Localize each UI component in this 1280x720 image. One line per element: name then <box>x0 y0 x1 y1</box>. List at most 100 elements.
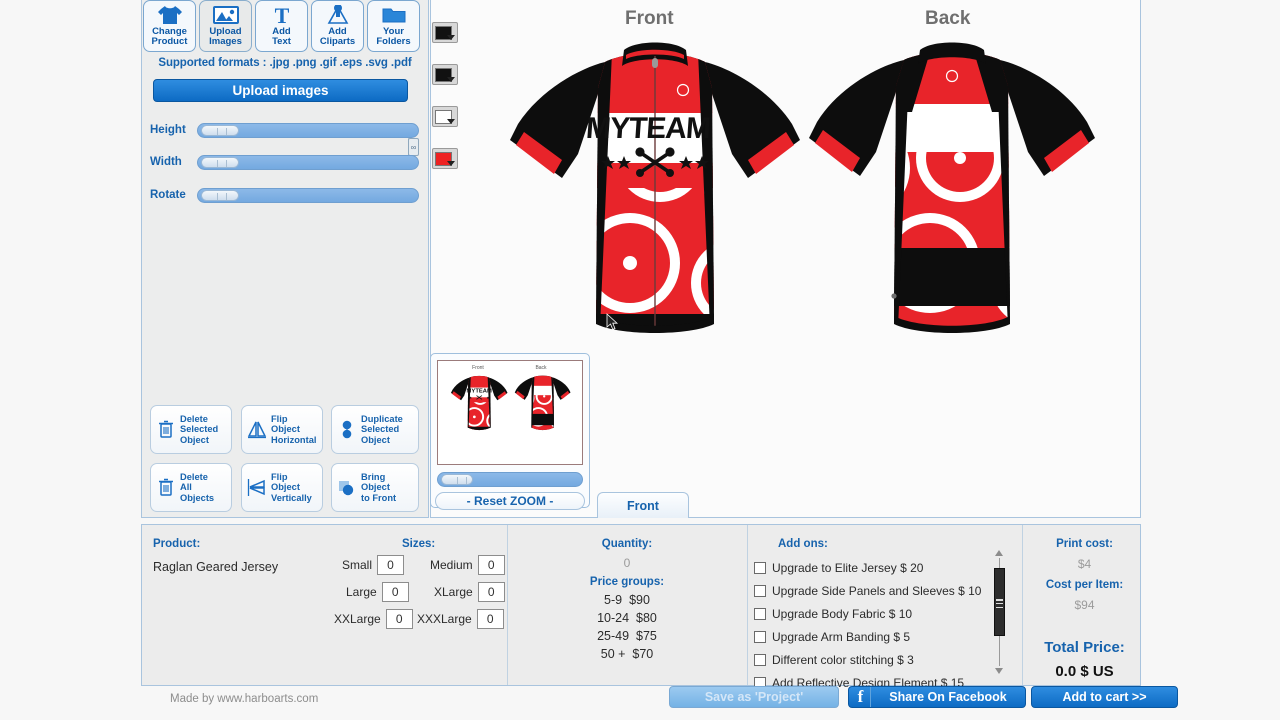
chevron-down-icon <box>447 161 455 166</box>
price-group-3-price: $70 <box>632 647 654 661</box>
addon-row[interactable]: Upgrade Body Fabric $ 10 <box>754 602 981 625</box>
height-slider-track[interactable] <box>197 123 419 138</box>
rotate-slider-thumb[interactable] <box>201 190 239 201</box>
addons-scrollbar[interactable] <box>993 550 1006 674</box>
order-info-panel: Product: Raglan Geared Jersey Sizes: Sma… <box>141 524 1141 690</box>
upload-images-button[interactable]: Upload images <box>153 79 408 102</box>
svg-text:T: T <box>274 5 289 25</box>
save-as-project-button[interactable]: Save as 'Project' <box>669 686 839 708</box>
price-group-1-range: 10-24 <box>597 611 630 625</box>
price-group-2-range: 25-49 <box>597 629 630 643</box>
color-swatch-4[interactable] <box>432 148 458 169</box>
cost-per-item-label: Cost per Item: <box>1045 579 1124 591</box>
addon-row[interactable]: Upgrade to Elite Jersey $ 20 <box>754 556 981 579</box>
delete-selected-object-button[interactable]: Delete Selected Object <box>150 405 232 454</box>
tab-upload-images[interactable]: Upload Images <box>199 0 252 52</box>
image-icon <box>212 4 239 26</box>
size-large-group: Large <box>346 582 409 602</box>
size-xxlarge-label: XXLarge <box>334 612 381 626</box>
view-tab-front[interactable]: Front <box>597 492 689 518</box>
add-to-cart-button[interactable]: Add to cart >> <box>1031 686 1178 708</box>
width-slider-label: Width <box>150 156 182 168</box>
height-slider-thumb[interactable] <box>201 125 239 136</box>
zoom-slider-thumb[interactable] <box>441 474 473 485</box>
price-group-1-price: $80 <box>636 611 657 625</box>
size-small-input[interactable] <box>377 555 405 575</box>
addon-row[interactable]: Upgrade Arm Banding $ 5 <box>754 625 981 648</box>
rotate-slider[interactable]: Rotate <box>150 188 422 206</box>
addon-upgrade-side-panels-checkbox[interactable] <box>754 584 766 597</box>
chevron-down-icon <box>447 35 455 40</box>
addon-upgrade-elite-jersey-checkbox[interactable] <box>754 561 766 574</box>
flip-object-horizontal-button[interactable]: Flip Object Horizontal <box>241 405 323 454</box>
share-on-facebook-button[interactable]: f Share On Facebook <box>848 686 1026 708</box>
print-cost-value: $4 <box>1077 557 1092 571</box>
scrollbar-thumb[interactable] <box>994 568 1005 636</box>
price-group-0-range: 5-9 <box>604 593 623 607</box>
flip-object-vertically-button[interactable]: Flip Object Vertically <box>241 463 323 512</box>
width-slider[interactable]: Width <box>150 155 422 173</box>
price-group-row: 50 + $70 <box>537 647 717 661</box>
addon-upgrade-arm-banding-checkbox[interactable] <box>754 630 766 643</box>
cost-per-item-value: $94 <box>1074 598 1095 612</box>
delete-all-objects-button[interactable]: Delete All Objects <box>150 463 232 512</box>
size-medium-group: Medium <box>430 555 505 575</box>
size-large-input[interactable] <box>381 582 409 602</box>
rotate-slider-track[interactable] <box>197 188 419 203</box>
size-large-label: Large <box>346 585 377 599</box>
jersey-front-preview[interactable]: MYTEAM <box>500 28 810 348</box>
size-xlarge-input[interactable] <box>477 582 505 602</box>
zoom-thumbnail-preview[interactable]: Front Back MYTEAM <box>437 360 583 465</box>
text-T-icon: T <box>269 4 295 26</box>
jersey-designer-app: Change Product Upload Images T Add Text … <box>0 0 1280 720</box>
product-heading: Product: <box>153 538 201 550</box>
addon-upgrade-body-fabric-checkbox[interactable] <box>754 607 766 620</box>
duplicate-selected-object-button[interactable]: Duplicate Selected Object <box>331 405 419 454</box>
size-xxxlarge-label: XXXLarge <box>417 612 472 626</box>
total-price-value: 0.0 $ US <box>1055 663 1114 680</box>
size-xxlarge-group: XXLarge <box>334 609 413 629</box>
color-swatch-2[interactable] <box>432 64 458 85</box>
print-cost-label: Print cost: <box>1056 538 1113 550</box>
width-slider-track[interactable] <box>197 155 419 170</box>
addons-list: Upgrade to Elite Jersey $ 20 Upgrade Sid… <box>754 556 981 694</box>
bring-object-to-front-button[interactable]: Bring Object to Front <box>331 463 419 512</box>
zoom-slider[interactable] <box>437 472 583 487</box>
divider <box>747 525 748 685</box>
reset-zoom-button[interactable]: - Reset ZOOM - <box>435 492 585 510</box>
made-by-text: Made by www.harboarts.com <box>170 693 319 705</box>
divider <box>507 525 508 685</box>
height-slider-label: Height <box>150 124 186 136</box>
bring-to-front-icon <box>334 478 360 497</box>
width-slider-thumb[interactable] <box>201 157 239 168</box>
tab-add-cliparts[interactable]: Add Cliparts <box>311 0 364 52</box>
size-xxxlarge-input[interactable] <box>476 609 504 629</box>
addon-upgrade-side-panels-label: Upgrade Side Panels and Sleeves $ 10 <box>772 583 982 598</box>
svg-text:MYTEAM: MYTEAM <box>467 388 492 394</box>
quantity-value: 0 <box>623 556 631 570</box>
trash-icon <box>153 420 179 439</box>
chevron-down-icon <box>447 77 455 82</box>
color-swatch-1[interactable] <box>432 22 458 43</box>
size-medium-input[interactable] <box>477 555 505 575</box>
chevron-down-icon <box>447 119 455 124</box>
svg-text:Back: Back <box>535 365 547 371</box>
addon-upgrade-elite-jersey-label: Upgrade to Elite Jersey $ 20 <box>772 560 924 575</box>
jersey-back-preview[interactable] <box>800 28 1105 348</box>
flip-vertical-icon <box>244 478 270 497</box>
addons-heading: Add ons: <box>778 538 828 550</box>
tab-add-text[interactable]: T Add Text <box>255 0 308 52</box>
addon-row[interactable]: Upgrade Side Panels and Sleeves $ 10 <box>754 579 981 602</box>
footer-bar: Made by www.harboarts.com Save as 'Proje… <box>141 686 1178 718</box>
price-group-row: 5-9 $90 <box>537 593 717 607</box>
addon-different-color-stitching-checkbox[interactable] <box>754 653 766 666</box>
scroll-up-arrow-icon[interactable] <box>995 550 1003 556</box>
scroll-down-arrow-icon[interactable] <box>995 668 1003 674</box>
size-xxlarge-input[interactable] <box>385 609 413 629</box>
tab-your-folders[interactable]: Your Folders <box>367 0 420 52</box>
tab-change-product[interactable]: Change Product <box>143 0 196 52</box>
height-slider[interactable]: Height <box>150 123 422 141</box>
addon-row[interactable]: Different color stitching $ 3 <box>754 648 981 671</box>
price-group-row: 25-49 $75 <box>537 629 717 643</box>
color-swatch-3[interactable] <box>432 106 458 127</box>
